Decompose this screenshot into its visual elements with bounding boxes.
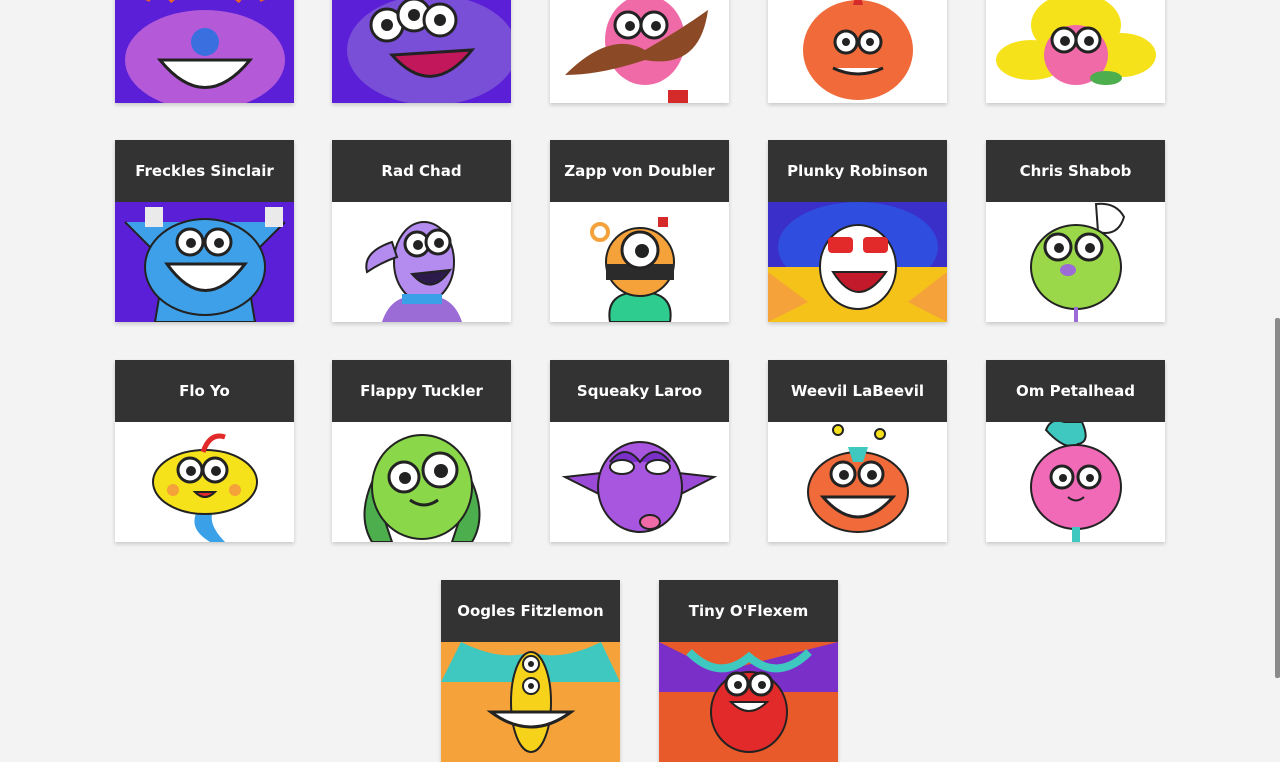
oogles-fitzlemon-icon [441,642,620,762]
character-name: Flappy Tuckler [332,360,511,422]
character-card-flo-yo[interactable]: Flo Yo [115,360,294,542]
character-card-rad-chad[interactable]: Rad Chad [332,140,511,322]
character-card-chris-shabob[interactable]: Chris Shabob [986,140,1165,322]
rad-chad-icon [332,202,511,322]
scrollbar-thumb[interactable] [1275,318,1280,678]
squeaky-laroo-icon [550,422,729,542]
character-card-zapp-von-doubler[interactable]: Zapp von Doubler [550,140,729,322]
zapp-von-doubler-icon [550,202,729,322]
character-card[interactable] [986,0,1165,103]
character-card-om-petalhead[interactable]: Om Petalhead [986,360,1165,542]
weevil-labeevil-icon [768,422,947,542]
character-name: Plunky Robinson [768,140,947,202]
character-card-flappy-tuckler[interactable]: Flappy Tuckler [332,360,511,542]
character-name: Weevil LaBeevil [768,360,947,422]
character-card[interactable] [115,0,294,103]
character-name: Om Petalhead [986,360,1165,422]
character-card[interactable] [550,0,729,103]
character-card-plunky-robinson[interactable]: Plunky Robinson [768,140,947,322]
yellow-haired-pink-monster-icon [986,0,1165,103]
character-card-tiny-oflexem[interactable]: Tiny O'Flexem [659,580,838,762]
three-eyed-purple-monster-icon [332,0,511,103]
om-petalhead-icon [986,422,1165,542]
flappy-tuckler-icon [332,422,511,542]
character-name: Rad Chad [332,140,511,202]
character-name: Tiny O'Flexem [659,580,838,642]
character-card[interactable] [768,0,947,103]
character-name: Oogles Fitzlemon [441,580,620,642]
horned-purple-monster-icon [115,0,294,103]
character-name: Flo Yo [115,360,294,422]
character-card-weevil-labeevil[interactable]: Weevil LaBeevil [768,360,947,542]
plunky-robinson-icon [768,202,947,322]
character-card-squeaky-laroo[interactable]: Squeaky Laroo [550,360,729,542]
freckles-sinclair-icon [115,202,294,322]
character-name: Squeaky Laroo [550,360,729,422]
furry-orange-monster-icon [768,0,947,103]
character-name: Zapp von Doubler [550,140,729,202]
mustache-pink-monster-icon [550,0,729,103]
character-card[interactable] [332,0,511,103]
chris-shabob-icon [986,202,1165,322]
tiny-oflexem-icon [659,642,838,762]
character-card-freckles-sinclair[interactable]: Freckles Sinclair [115,140,294,322]
character-name: Chris Shabob [986,140,1165,202]
flo-yo-icon [115,422,294,542]
character-name: Freckles Sinclair [115,140,294,202]
character-card-oogles-fitzlemon[interactable]: Oogles Fitzlemon [441,580,620,762]
